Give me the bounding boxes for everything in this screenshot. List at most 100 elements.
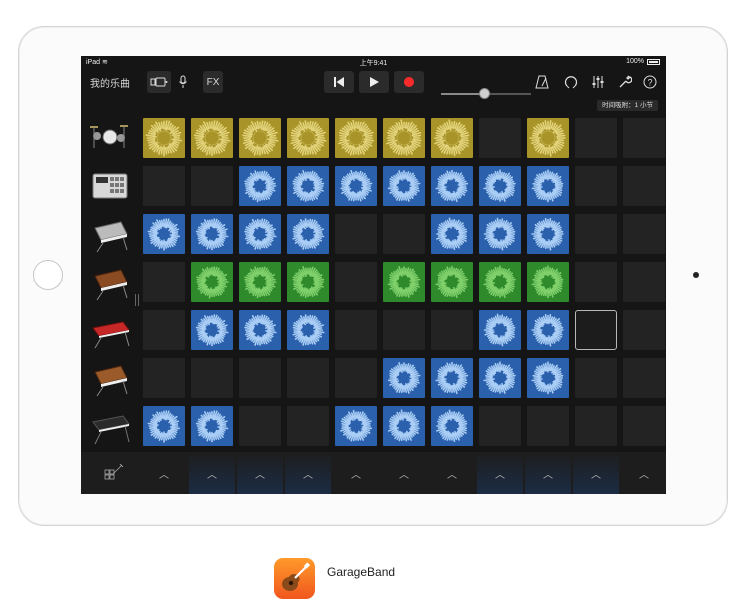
blue-loop-cell[interactable] — [191, 310, 233, 350]
yellow-loop-cell[interactable] — [191, 118, 233, 158]
track-resize-handle[interactable] — [135, 294, 139, 306]
empty-cell[interactable] — [431, 310, 473, 350]
keyboard-synth-icon[interactable] — [87, 214, 133, 256]
blue-loop-cell[interactable] — [527, 310, 569, 350]
volume-knob[interactable] — [479, 88, 491, 99]
empty-cell[interactable] — [527, 406, 569, 446]
green-loop-cell[interactable] — [239, 262, 281, 302]
blue-loop-cell[interactable] — [143, 214, 185, 254]
empty-cell[interactable] — [143, 358, 185, 398]
yellow-loop-cell[interactable] — [239, 118, 281, 158]
empty-cell[interactable] — [239, 406, 281, 446]
empty-cell[interactable] — [479, 406, 521, 446]
mic-button[interactable] — [175, 71, 191, 93]
empty-cell[interactable] — [335, 262, 377, 302]
green-loop-cell[interactable] — [527, 262, 569, 302]
empty-cell[interactable] — [623, 358, 665, 398]
column-trigger-button[interactable]: ︿ — [381, 452, 427, 494]
blue-loop-cell[interactable] — [431, 406, 473, 446]
empty-cell[interactable] — [575, 118, 617, 158]
green-loop-cell[interactable] — [191, 262, 233, 302]
column-trigger-button[interactable]: ︿ — [333, 452, 379, 494]
empty-cell[interactable] — [623, 166, 665, 206]
grid-edit-button[interactable] — [103, 462, 125, 484]
red-keyboard-icon[interactable] — [87, 310, 133, 352]
empty-cell[interactable] — [287, 358, 329, 398]
empty-cell[interactable] — [335, 214, 377, 254]
yellow-loop-cell[interactable] — [383, 118, 425, 158]
green-loop-cell[interactable] — [479, 262, 521, 302]
blue-loop-cell[interactable] — [479, 214, 521, 254]
yellow-loop-cell[interactable] — [527, 118, 569, 158]
blue-loop-cell[interactable] — [335, 406, 377, 446]
empty-cell[interactable] — [383, 310, 425, 350]
column-trigger-button[interactable]: ︿ — [477, 452, 523, 494]
blue-loop-cell[interactable] — [383, 166, 425, 206]
blue-loop-cell[interactable] — [287, 214, 329, 254]
empty-cell[interactable] — [143, 166, 185, 206]
empty-cell[interactable] — [575, 166, 617, 206]
column-trigger-button[interactable]: ︿ — [621, 452, 666, 494]
play-button[interactable] — [359, 71, 389, 93]
blue-loop-cell[interactable] — [431, 214, 473, 254]
mixer-button[interactable] — [588, 71, 608, 93]
blue-loop-cell[interactable] — [527, 214, 569, 254]
digital-piano-icon[interactable] — [87, 406, 133, 448]
empty-cell[interactable] — [287, 406, 329, 446]
column-trigger-button[interactable]: ︿ — [189, 452, 235, 494]
empty-cell[interactable] — [623, 406, 665, 446]
blue-loop-cell[interactable] — [479, 358, 521, 398]
time-snap-label[interactable]: 时间吸附：1 小节 — [597, 100, 658, 111]
blue-loop-cell[interactable] — [239, 310, 281, 350]
column-trigger-button[interactable]: ︿ — [429, 452, 475, 494]
column-trigger-button[interactable]: ︿ — [525, 452, 571, 494]
garageband-app-icon[interactable] — [274, 558, 315, 599]
column-trigger-button[interactable]: ︿ — [573, 452, 619, 494]
blue-loop-cell[interactable] — [383, 406, 425, 446]
column-trigger-button[interactable]: ︿ — [237, 452, 283, 494]
empty-cell[interactable] — [623, 262, 665, 302]
loops-button[interactable] — [561, 71, 581, 93]
blue-loop-cell[interactable] — [335, 166, 377, 206]
blue-loop-cell[interactable] — [239, 166, 281, 206]
empty-cell[interactable] — [335, 358, 377, 398]
yellow-loop-cell[interactable] — [143, 118, 185, 158]
help-button[interactable]: ? — [641, 71, 659, 93]
empty-cell[interactable] — [335, 310, 377, 350]
blue-loop-cell[interactable] — [287, 310, 329, 350]
settings-button[interactable] — [615, 71, 635, 93]
empty-cell[interactable] — [575, 214, 617, 254]
empty-cell[interactable] — [575, 262, 617, 302]
my-songs-button[interactable]: 我的乐曲 — [87, 71, 133, 93]
empty-cell[interactable] — [239, 358, 281, 398]
green-loop-cell[interactable] — [287, 262, 329, 302]
empty-cell[interactable] — [623, 118, 665, 158]
blue-loop-cell[interactable] — [191, 214, 233, 254]
metronome-button[interactable] — [532, 71, 552, 93]
blue-loop-cell[interactable] — [431, 166, 473, 206]
blue-loop-cell[interactable] — [287, 166, 329, 206]
blue-loop-cell[interactable] — [239, 214, 281, 254]
blue-loop-cell[interactable] — [479, 310, 521, 350]
blue-loop-cell[interactable] — [527, 358, 569, 398]
empty-cell[interactable] — [191, 166, 233, 206]
blue-loop-cell[interactable] — [191, 406, 233, 446]
record-button[interactable] — [394, 71, 424, 93]
rewind-button[interactable] — [324, 71, 354, 93]
empty-cell[interactable] — [575, 406, 617, 446]
empty-cell[interactable] — [143, 262, 185, 302]
empty-cell[interactable] — [191, 358, 233, 398]
blue-loop-cell[interactable] — [479, 166, 521, 206]
fx-button[interactable]: FX — [203, 71, 223, 93]
beat-sequencer-icon[interactable] — [87, 166, 133, 208]
loop-browser-button[interactable] — [147, 71, 171, 93]
home-button[interactable] — [33, 260, 63, 290]
drum-kit-icon[interactable] — [87, 118, 133, 160]
analog-synth-icon[interactable] — [87, 262, 133, 304]
yellow-loop-cell[interactable] — [287, 118, 329, 158]
green-loop-cell[interactable] — [431, 262, 473, 302]
column-trigger-button[interactable]: ︿ — [285, 452, 331, 494]
blue-loop-cell[interactable] — [143, 406, 185, 446]
empty-cell[interactable] — [143, 310, 185, 350]
analog-synth-2-icon[interactable] — [87, 358, 133, 400]
